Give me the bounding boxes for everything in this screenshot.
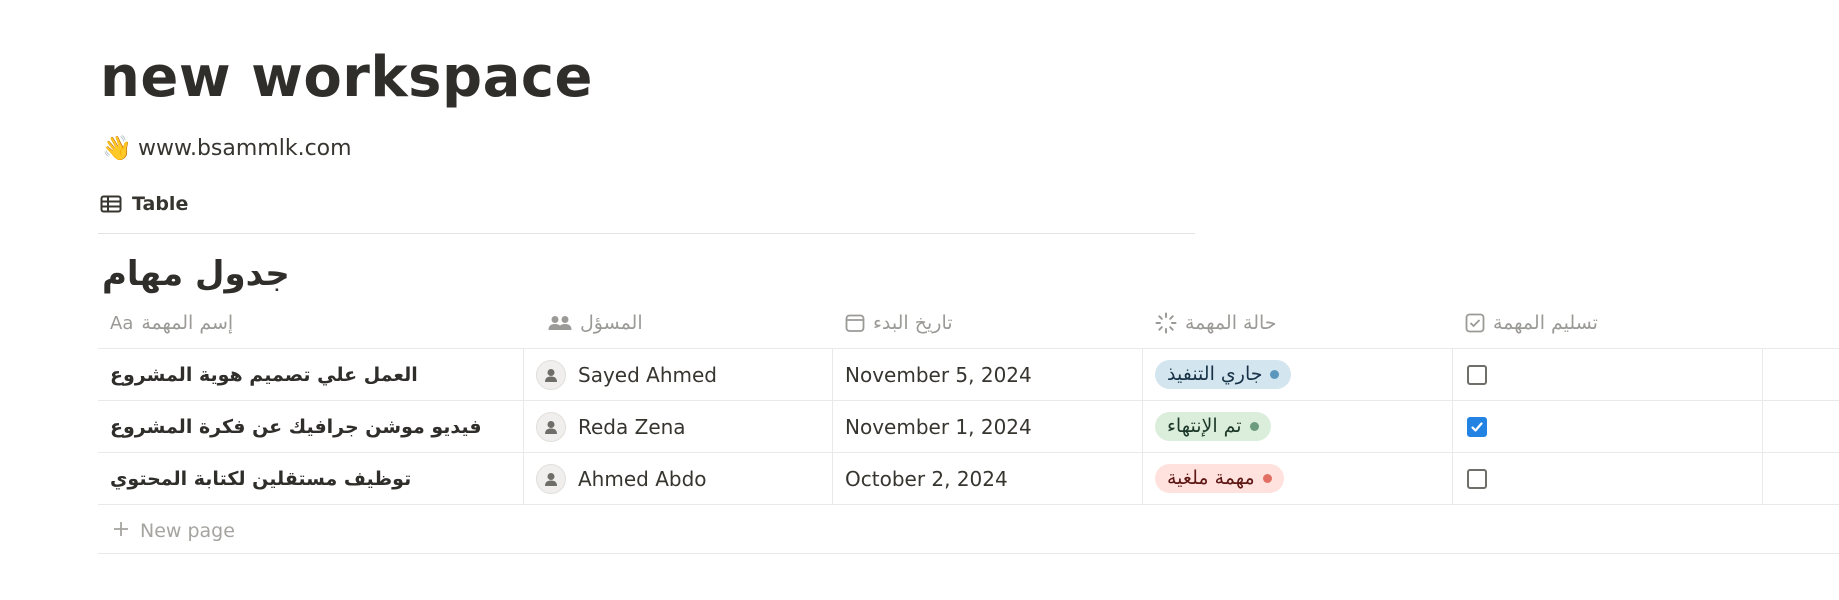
checkbox-icon [1465, 313, 1485, 333]
start-date: November 5, 2024 [845, 362, 1032, 387]
table-row[interactable]: العمل علي تصميم هوية المشروع Sayed Ahmed… [98, 349, 1839, 401]
owner-cell[interactable]: Ahmed Abdo [524, 453, 833, 504]
avatar [536, 411, 566, 442]
task-name-cell[interactable]: توظيف مستقلين لكتابة المحتوي [98, 453, 524, 504]
owner-cell[interactable]: Reda Zena [524, 401, 833, 452]
status-badge: جاري التنفيذ [1155, 360, 1292, 389]
status-cell[interactable]: تم الإنتهاء [1143, 401, 1453, 452]
page-title[interactable]: new workspace [100, 42, 593, 114]
task-name: العمل علي تصميم هوية المشروع [110, 363, 418, 386]
start-date-cell[interactable]: October 2, 2024 [833, 453, 1143, 504]
empty-cell[interactable] [1763, 349, 1839, 400]
owner-name: Ahmed Abdo [578, 466, 707, 491]
waving-hand-emoji-icon: 👋 [102, 134, 132, 162]
start-date: October 2, 2024 [845, 466, 1008, 491]
status-badge: مهمة ملغية [1155, 464, 1284, 493]
tasks-table: Aa إسم المهمة المسؤل تاريخ البدء حالة ال… [98, 298, 1839, 505]
empty-cell[interactable] [1763, 453, 1839, 504]
start-date: November 1, 2024 [845, 414, 1032, 439]
delivered-cell [1453, 349, 1763, 400]
status-dot [1270, 369, 1280, 379]
column-header-add[interactable] [1763, 298, 1839, 348]
delivered-checkbox[interactable] [1467, 416, 1487, 437]
column-header-label: المسؤل [580, 312, 643, 334]
new-page-button[interactable]: New page [98, 509, 1839, 554]
start-date-cell[interactable]: November 5, 2024 [833, 349, 1143, 400]
table-header-row: Aa إسم المهمة المسؤل تاريخ البدء حالة ال… [98, 298, 1839, 349]
delivered-checkbox[interactable] [1467, 364, 1487, 385]
status-loader-icon [1155, 312, 1177, 334]
column-header-label: تاريخ البدء [873, 312, 953, 334]
page-subtitle: 👋 www.bsammlk.com [102, 132, 352, 164]
column-header-task-name[interactable]: Aa إسم المهمة [98, 298, 524, 348]
status-label: مهمة ملغية [1167, 467, 1255, 489]
owner-name: Reda Zena [578, 414, 686, 439]
status-cell[interactable]: مهمة ملغية [1143, 453, 1453, 504]
empty-cell[interactable] [1763, 401, 1839, 452]
column-header-owner[interactable]: المسؤل [524, 298, 833, 348]
status-dot [1249, 421, 1259, 431]
delivered-cell [1453, 453, 1763, 504]
column-header-status[interactable]: حالة المهمة [1143, 298, 1453, 348]
owner-name: Sayed Ahmed [578, 362, 717, 387]
checkmark-icon [1471, 421, 1483, 432]
start-date-cell[interactable]: November 1, 2024 [833, 401, 1143, 452]
column-header-label: تسليم المهمة [1493, 312, 1598, 334]
owner-cell[interactable]: Sayed Ahmed [524, 349, 833, 400]
table-icon [100, 195, 122, 213]
text-aa-icon: Aa [110, 312, 134, 334]
tab-table-view[interactable]: Table [100, 188, 188, 220]
tabs-divider [98, 233, 1195, 234]
column-header-delivered[interactable]: تسليم المهمة [1453, 298, 1763, 348]
avatar [536, 463, 566, 494]
status-badge: تم الإنتهاء [1155, 412, 1271, 441]
task-name-cell[interactable]: فيديو موشن جرافيك عن فكرة المشروع [98, 401, 524, 452]
task-name-cell[interactable]: العمل علي تصميم هوية المشروع [98, 349, 524, 400]
delivered-checkbox[interactable] [1467, 468, 1487, 489]
column-header-label: إسم المهمة [141, 312, 234, 334]
column-header-label: حالة المهمة [1185, 312, 1277, 334]
status-label: جاري التنفيذ [1167, 363, 1263, 385]
database-title[interactable]: جدول مهام [102, 252, 290, 296]
new-page-label: New page [140, 520, 235, 542]
subtitle-text[interactable]: www.bsammlk.com [138, 136, 352, 161]
plus-icon [112, 520, 130, 543]
people-icon [548, 315, 572, 331]
task-name: توظيف مستقلين لكتابة المحتوي [110, 467, 412, 490]
tab-table-label: Table [132, 193, 189, 215]
status-label: تم الإنتهاء [1167, 415, 1242, 437]
column-header-start-date[interactable]: تاريخ البدء [833, 298, 1143, 348]
table-row[interactable]: فيديو موشن جرافيك عن فكرة المشروع Reda Z… [98, 401, 1839, 453]
status-cell[interactable]: جاري التنفيذ [1143, 349, 1453, 400]
table-row[interactable]: توظيف مستقلين لكتابة المحتوي Ahmed Abdo … [98, 453, 1839, 505]
avatar [536, 359, 566, 390]
task-name: فيديو موشن جرافيك عن فكرة المشروع [110, 415, 482, 438]
delivered-cell [1453, 401, 1763, 452]
calendar-icon [845, 313, 865, 333]
status-dot [1262, 473, 1272, 483]
